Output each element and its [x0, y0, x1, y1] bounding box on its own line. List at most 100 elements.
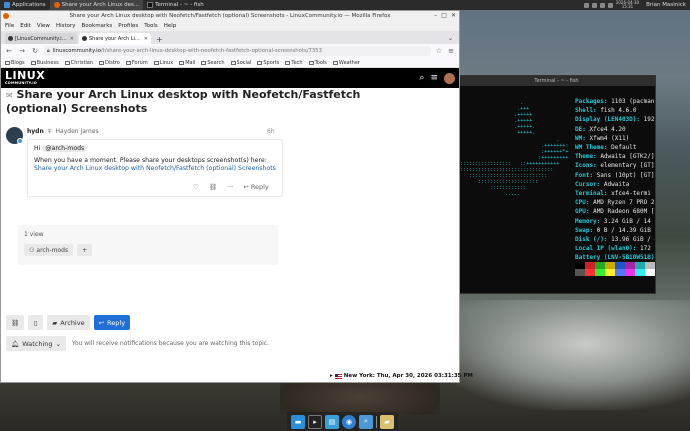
bookmark-folder-tools[interactable]: Tools	[308, 60, 327, 66]
like-icon[interactable]: ♡	[193, 183, 199, 191]
logo-text: LINUX	[5, 69, 46, 82]
user-menu[interactable]: Brian Masinick	[646, 2, 686, 8]
link-icon[interactable]: ⛓	[209, 183, 217, 191]
url-bar[interactable]: 🔒︎ linuxcommunity.io /t/share-your-arch-…	[44, 46, 431, 56]
bookmark-star-icon[interactable]: ☆	[436, 47, 442, 55]
clock[interactable]: 2026-04-30 15:31	[616, 1, 639, 9]
close-icon[interactable]: ✕	[144, 36, 148, 42]
folder-icon: ▰	[52, 318, 58, 327]
list-tabs-icon[interactable]: ⌄	[442, 35, 459, 44]
menu-view[interactable]: View	[37, 23, 50, 29]
window-titlebar[interactable]: Share your Arch Linux desktop with Neofe…	[1, 11, 459, 21]
menu-history[interactable]: History	[56, 23, 76, 29]
forum-header: LINUX COMMUNITY.IO ⌕ ≡	[1, 68, 459, 88]
folder-icon[interactable]: ▰	[380, 414, 394, 429]
minimize-icon[interactable]: –	[434, 12, 437, 19]
back-icon[interactable]: ←	[5, 47, 13, 55]
forward-icon[interactable]: →	[18, 47, 26, 55]
bookmark-folder-business[interactable]: Business	[30, 60, 59, 66]
firefox-icon	[3, 13, 9, 19]
menu-icon[interactable]: ≡	[447, 47, 455, 55]
applications-menu[interactable]: Applications	[0, 0, 50, 10]
bookmark-folder-sports[interactable]: Sports	[257, 60, 279, 66]
folder-icon	[257, 60, 263, 65]
author-fullname[interactable]: Hayden James	[56, 128, 99, 135]
bookmark-folder-social[interactable]: Social	[230, 60, 251, 66]
more-icon[interactable]: ···	[227, 183, 233, 191]
info-key: Theme:	[575, 153, 597, 161]
bookmark-folder-linux[interactable]: Linux	[153, 60, 173, 66]
close-icon[interactable]: ✕	[70, 36, 74, 42]
archive-button[interactable]: ▰ Archive	[47, 315, 90, 330]
lock-icon[interactable]: 🔒︎	[47, 48, 50, 54]
hamburger-icon[interactable]: ≡	[430, 73, 438, 83]
add-tag-button[interactable]: +	[77, 244, 93, 256]
volume-icon[interactable]	[591, 2, 597, 8]
info-line: Packages: 1103 (pacman)	[575, 97, 655, 106]
bookmark-folder-tech[interactable]: Tech	[285, 59, 303, 66]
search-icon[interactable]: ⌕	[419, 73, 424, 83]
network-icon[interactable]	[583, 2, 589, 8]
info-line: WM: Xfwm4 (X11)	[575, 134, 655, 143]
bookmark-folder-distro[interactable]: Distro	[99, 60, 120, 66]
show-desktop-icon[interactable]: ▬	[291, 414, 305, 429]
reload-icon[interactable]: ↻	[31, 47, 39, 55]
info-line: CPU: AMD Ryzen 7 PRO 2	[575, 198, 655, 207]
color-swatch	[575, 262, 585, 269]
browser-icon[interactable]: ◉	[342, 414, 356, 429]
info-key: Memory:	[575, 217, 601, 225]
watching-dropdown[interactable]: 🔔︎ Watching ⌄	[6, 336, 67, 351]
bookmark-folder-blogs[interactable]: Blogs	[5, 60, 25, 66]
reply-label: Reply	[107, 318, 126, 327]
menu-edit[interactable]: Edit	[20, 23, 31, 29]
taskbar-firefox[interactable]: Share your Arch Linux des...	[49, 0, 144, 10]
reply-button[interactable]: ↩ Reply	[93, 315, 131, 330]
terminal-icon[interactable]: ▸	[308, 414, 322, 429]
tag-chip[interactable]: ⚇ arch-mods	[24, 244, 74, 256]
topic-title-text[interactable]: Share your Arch Linux desktop with Neofe…	[6, 88, 360, 115]
menu-help[interactable]: Help	[164, 23, 177, 29]
post-time[interactable]: 6h	[267, 128, 275, 135]
bookmark-label: Tech	[291, 59, 303, 66]
taskbar-terminal[interactable]: Terminal - ~ - fish	[143, 0, 208, 10]
bookmarks-toolbar: Blogs Business Christian Distro Forum Linux Ma…	[1, 58, 459, 68]
info-value: 172	[640, 245, 651, 253]
menu-tools[interactable]: Tools	[144, 23, 158, 29]
expand-icon[interactable]: ▸	[330, 373, 333, 379]
menu-profiles[interactable]: Profiles	[118, 23, 138, 29]
battery-icon[interactable]	[599, 2, 605, 8]
bookmark-folder-forum[interactable]: Forum	[125, 60, 148, 66]
post-link[interactable]: Share your Arch Linux desktop with Neofe…	[34, 165, 276, 173]
bookmark-folder-search[interactable]: Search	[201, 59, 225, 66]
menu-file[interactable]: File	[5, 23, 14, 29]
app-finder-icon[interactable]: ⌕	[359, 414, 373, 429]
bookmark-label: Search	[207, 59, 225, 66]
notification-icon[interactable]	[607, 2, 613, 8]
color-swatch	[595, 262, 605, 269]
bookmark-folder-weather[interactable]: Weather	[332, 60, 360, 66]
site-logo[interactable]: LINUX COMMUNITY.IO	[5, 69, 46, 85]
palette-dark-row	[575, 262, 655, 269]
close-icon[interactable]: ✕	[451, 12, 456, 19]
folder-icon	[308, 60, 314, 65]
post-reply-button[interactable]: ↩ Reply	[243, 183, 269, 191]
info-line: Cursor: Adwaita	[575, 180, 655, 189]
info-key: Font:	[575, 171, 594, 179]
bookmark-button[interactable]: ▯	[28, 315, 44, 330]
bookmark-folder-mail[interactable]: Mail	[179, 60, 195, 66]
info-key: Terminal:	[575, 190, 608, 198]
tab-arch-topic[interactable]: Share your Arch Linux des ✕	[79, 33, 151, 44]
info-line: Disk (/): 13.96 GiB / 4	[575, 235, 655, 244]
bookmark-folder-christian[interactable]: Christian	[64, 60, 93, 66]
author-username[interactable]: hydn	[27, 128, 44, 135]
mention-link[interactable]: @arch-mods	[42, 145, 88, 152]
maximize-icon[interactable]: □	[441, 12, 447, 19]
menu-bookmarks[interactable]: Bookmarks	[82, 23, 113, 29]
user-avatar[interactable]	[444, 72, 455, 84]
info-key: WM:	[575, 134, 586, 142]
new-tab-button[interactable]: +	[153, 35, 166, 44]
file-manager-icon[interactable]: ▤	[325, 414, 339, 429]
share-button[interactable]: ⛓	[6, 315, 25, 330]
terminal-window[interactable]: Terminal - ~ - fish . .+++ .+++++ .+++++…	[457, 75, 656, 294]
tab-pm[interactable]: [LinuxCommunity.io] [PM] ✕	[5, 33, 77, 44]
